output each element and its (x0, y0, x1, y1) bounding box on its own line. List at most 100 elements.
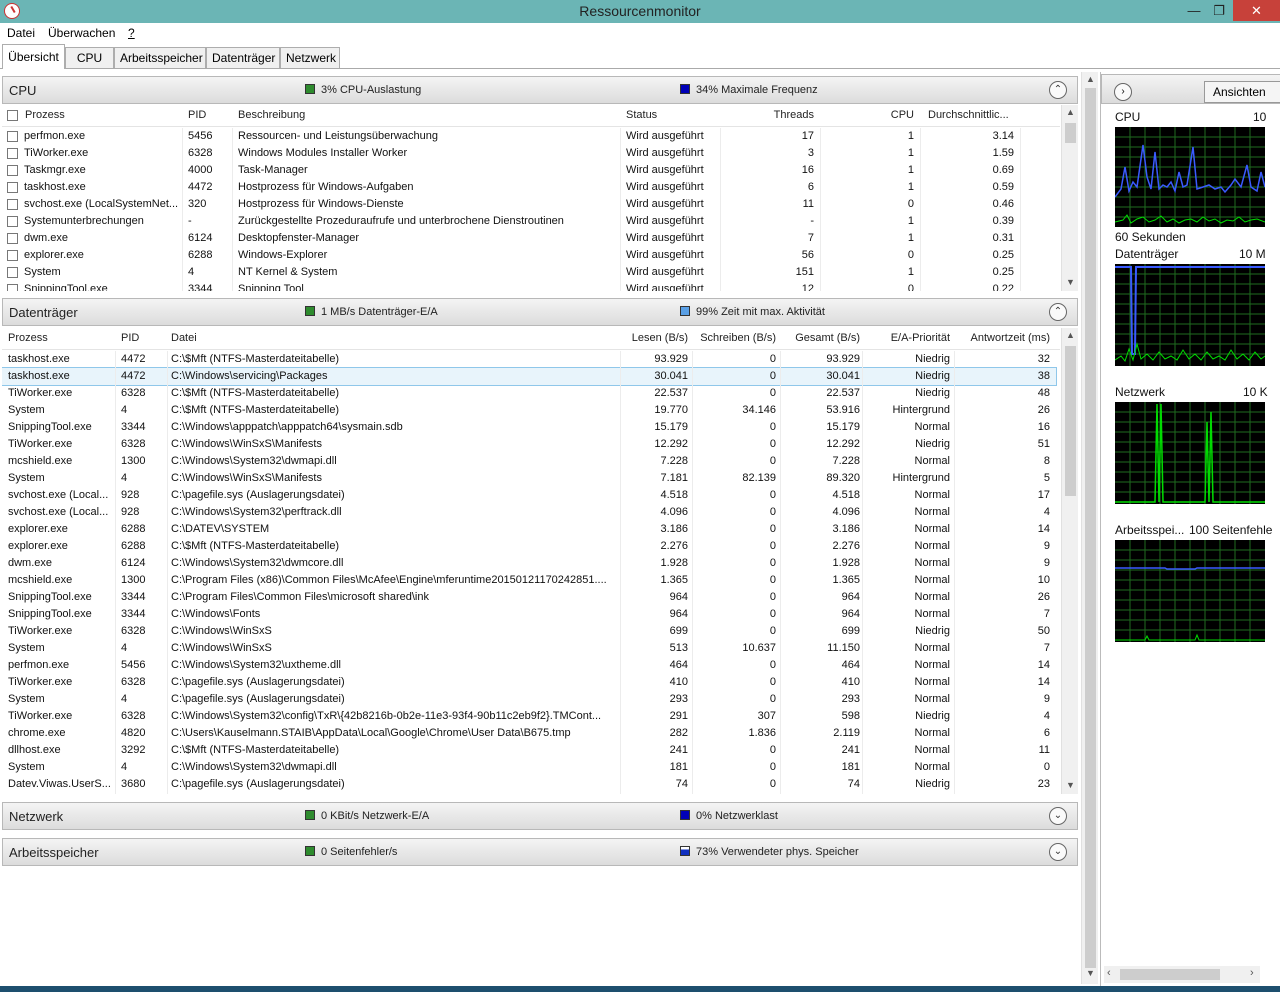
row-checkbox[interactable] (7, 267, 18, 278)
scroll-right-icon[interactable]: › (1250, 967, 1254, 979)
views-button[interactable]: Ansichten (1204, 81, 1280, 103)
scroll-left-icon[interactable]: ‹ (1107, 967, 1111, 979)
select-all-checkbox[interactable] (7, 110, 18, 121)
minimize-icon[interactable]: — (1180, 0, 1208, 21)
table-row[interactable]: taskhost.exe 4472 C:\Windows\servicing\Pac… (2, 367, 1057, 386)
disk-section-header[interactable]: Datenträger 1 MB/s Datenträger-E/A 99% Z… (2, 298, 1078, 326)
memory-expand-icon[interactable]: ⌄ (1049, 843, 1067, 861)
col-lesen[interactable]: Lesen (B/s) (622, 332, 688, 344)
disk-collapse-icon[interactable]: ⌃ (1049, 303, 1067, 321)
table-row[interactable]: TiWorker.exe 6328 C:\Windows\System32\conf… (2, 708, 1056, 725)
table-row[interactable]: System 4 C:\Windows\WinSxS\Manifests 7.181 8… (2, 470, 1056, 487)
table-row[interactable]: explorer.exe 6288 C:\$Mft (NTFS-Masterdate… (2, 538, 1056, 555)
scroll-thumb[interactable] (1120, 969, 1220, 980)
table-row[interactable]: System 4 C:\Windows\WinSxS 513 10.637 11.150 N… (2, 640, 1056, 657)
cpu-scrollbar[interactable]: ▲ ▼ (1061, 105, 1078, 291)
table-row[interactable]: SnippingTool.exe 3344 C:\Windows\Fonts 964 0… (2, 606, 1056, 623)
table-row[interactable]: mcshield.exe 1300 C:\Windows\System32\dwma… (2, 453, 1056, 470)
scroll-up-icon[interactable]: ▲ (1082, 74, 1099, 84)
graphs-panel-hscrollbar[interactable]: ‹ › (1104, 966, 1260, 983)
menu-help[interactable]: ? (128, 26, 135, 40)
table-row[interactable]: svchost.exe (LocalSystemNet... 320 Hostpro… (2, 196, 1056, 213)
tab-cpu[interactable]: CPU (65, 47, 114, 68)
table-row[interactable]: dwm.exe 6124 C:\Windows\System32\dwmcore.d… (2, 555, 1056, 572)
cpu-collapse-icon[interactable]: ⌃ (1049, 81, 1067, 99)
col-status[interactable]: Status (626, 109, 657, 121)
table-cell: C:\Windows\System32\dwmapi.dll (171, 455, 337, 467)
table-row[interactable]: dwm.exe 6124 Desktopfenster-Manager Wird au… (2, 230, 1056, 247)
tab-datentraeger[interactable]: Datenträger (206, 47, 280, 68)
table-row[interactable]: SnippingTool.exe 3344 C:\Program Files\Com… (2, 589, 1056, 606)
col-beschreibung[interactable]: Beschreibung (238, 109, 305, 121)
table-row[interactable]: System 4 C:\pagefile.sys (Auslagerungsdate… (2, 691, 1056, 708)
row-checkbox[interactable] (7, 250, 18, 261)
scroll-up-icon[interactable]: ▲ (1062, 330, 1079, 340)
main-scrollbar[interactable]: ▲ ▼ (1081, 72, 1098, 984)
cpu-section-header[interactable]: CPU 3% CPU-Auslastung 34% Maximale Frequ… (2, 76, 1078, 104)
tab-arbeitsspeicher[interactable]: Arbeitsspeicher (114, 47, 206, 68)
col-durchschnitt[interactable]: Durchschnittlic... (928, 109, 1009, 121)
menu-ueberwachen[interactable]: Überwachen (48, 26, 115, 40)
disk-scrollbar[interactable]: ▲ ▼ (1061, 328, 1078, 794)
table-row[interactable]: System 4 C:\Windows\System32\dwmapi.dll 181… (2, 759, 1056, 776)
col-gesamt[interactable]: Gesamt (B/s) (782, 332, 860, 344)
table-row[interactable]: mcshield.exe 1300 C:\Program Files (x86)\C… (2, 572, 1056, 589)
scroll-down-icon[interactable]: ▼ (1062, 277, 1079, 287)
scroll-thumb[interactable] (1065, 346, 1076, 496)
row-checkbox[interactable] (7, 199, 18, 210)
menu-datei[interactable]: Datei (7, 26, 35, 40)
table-row[interactable]: chrome.exe 4820 C:\Users\Kauselmann.STAIB\… (2, 725, 1056, 742)
table-row[interactable]: explorer.exe 6288 Windows-Explorer Wird aus… (2, 247, 1056, 264)
table-row[interactable]: TiWorker.exe 6328 C:\Windows\WinSxS 699 0 699… (2, 623, 1056, 640)
table-row[interactable]: perfmon.exe 5456 C:\Windows\System32\uxthe… (2, 657, 1056, 674)
table-row[interactable]: TiWorker.exe 6328 C:\$Mft (NTFS-Masterdate… (2, 385, 1056, 402)
col-ea-prioritaet[interactable]: E/A-Priorität (864, 332, 950, 344)
col-pid[interactable]: PID (121, 332, 139, 344)
col-prozess[interactable]: Prozess (25, 109, 65, 121)
table-row[interactable]: svchost.exe (Local... 928 C:\Windows\Syste… (2, 504, 1056, 521)
network-expand-icon[interactable]: ⌄ (1049, 807, 1067, 825)
close-icon[interactable]: ✕ (1233, 0, 1280, 21)
table-row[interactable]: Taskmgr.exe 4000 Task-Manager Wird ausgefüh… (2, 162, 1056, 179)
col-threads[interactable]: Threads (762, 109, 814, 121)
row-checkbox[interactable] (7, 148, 18, 159)
col-antwortzeit[interactable]: Antwortzeit (ms) (958, 332, 1050, 344)
table-row[interactable]: Systemunterbrechungen - Zurückgestellte Pr… (2, 213, 1056, 230)
table-row[interactable]: perfmon.exe 5456 Ressourcen- und Leistungs… (2, 128, 1056, 145)
table-row[interactable]: TiWorker.exe 6328 C:\Windows\WinSxS\Manife… (2, 436, 1056, 453)
table-row[interactable]: TiWorker.exe 6328 C:\pagefile.sys (Auslage… (2, 674, 1056, 691)
table-row[interactable]: System 4 C:\$Mft (NTFS-Masterdateitabelle)… (2, 402, 1056, 419)
table-row[interactable]: Datev.Viwas.UserS... 3680 C:\pagefile.sys … (2, 776, 1056, 793)
network-section-header[interactable]: Netzwerk 0 KBit/s Netzwerk-E/A 0% Netzwe… (2, 802, 1078, 830)
row-checkbox[interactable] (7, 216, 18, 227)
col-pid[interactable]: PID (188, 109, 206, 121)
tab-uebersicht[interactable]: Übersicht (2, 44, 65, 69)
memory-section-header[interactable]: Arbeitsspeicher 0 Seitenfehler/s 73% Ver… (2, 838, 1078, 866)
row-checkbox[interactable] (7, 284, 18, 291)
row-checkbox[interactable] (7, 131, 18, 142)
table-row[interactable]: svchost.exe (Local... 928 C:\pagefile.sys … (2, 487, 1056, 504)
col-datei[interactable]: Datei (171, 332, 197, 344)
scroll-thumb[interactable] (1085, 88, 1096, 968)
table-row[interactable]: taskhost.exe 4472 Hostprozess für Windows-… (2, 179, 1056, 196)
table-row[interactable]: TiWorker.exe 6328 Windows Modules Installe… (2, 145, 1056, 162)
table-row[interactable]: explorer.exe 6288 C:\DATEV\SYSTEM 3.186 0 3.1… (2, 521, 1056, 538)
maximize-icon[interactable]: ❐ (1205, 0, 1233, 21)
scroll-down-icon[interactable]: ▼ (1062, 780, 1079, 790)
col-schreiben[interactable]: Schreiben (B/s) (692, 332, 776, 344)
tab-netzwerk[interactable]: Netzwerk (280, 47, 340, 68)
row-checkbox[interactable] (7, 233, 18, 244)
row-checkbox[interactable] (7, 165, 18, 176)
col-cpu[interactable]: CPU (862, 109, 914, 121)
row-checkbox[interactable] (7, 182, 18, 193)
table-row[interactable]: System 4 NT Kernel & System Wird ausgeführt… (2, 264, 1056, 281)
table-row[interactable]: taskhost.exe 4472 C:\$Mft (NTFS-Masterdate… (2, 351, 1056, 368)
table-row[interactable]: dllhost.exe 3292 C:\$Mft (NTFS-Masterdatei… (2, 742, 1056, 759)
table-row[interactable]: SnippingTool.exe 3344 C:\Windows\apppatch\… (2, 419, 1056, 436)
collapse-panel-icon[interactable]: › (1114, 83, 1132, 101)
scroll-down-icon[interactable]: ▼ (1082, 968, 1099, 978)
col-prozess[interactable]: Prozess (8, 332, 48, 344)
table-row[interactable]: SnippingTool.exe 3344 Snipping Tool Wird au… (2, 281, 1056, 291)
scroll-thumb[interactable] (1065, 123, 1076, 143)
scroll-up-icon[interactable]: ▲ (1062, 107, 1079, 117)
